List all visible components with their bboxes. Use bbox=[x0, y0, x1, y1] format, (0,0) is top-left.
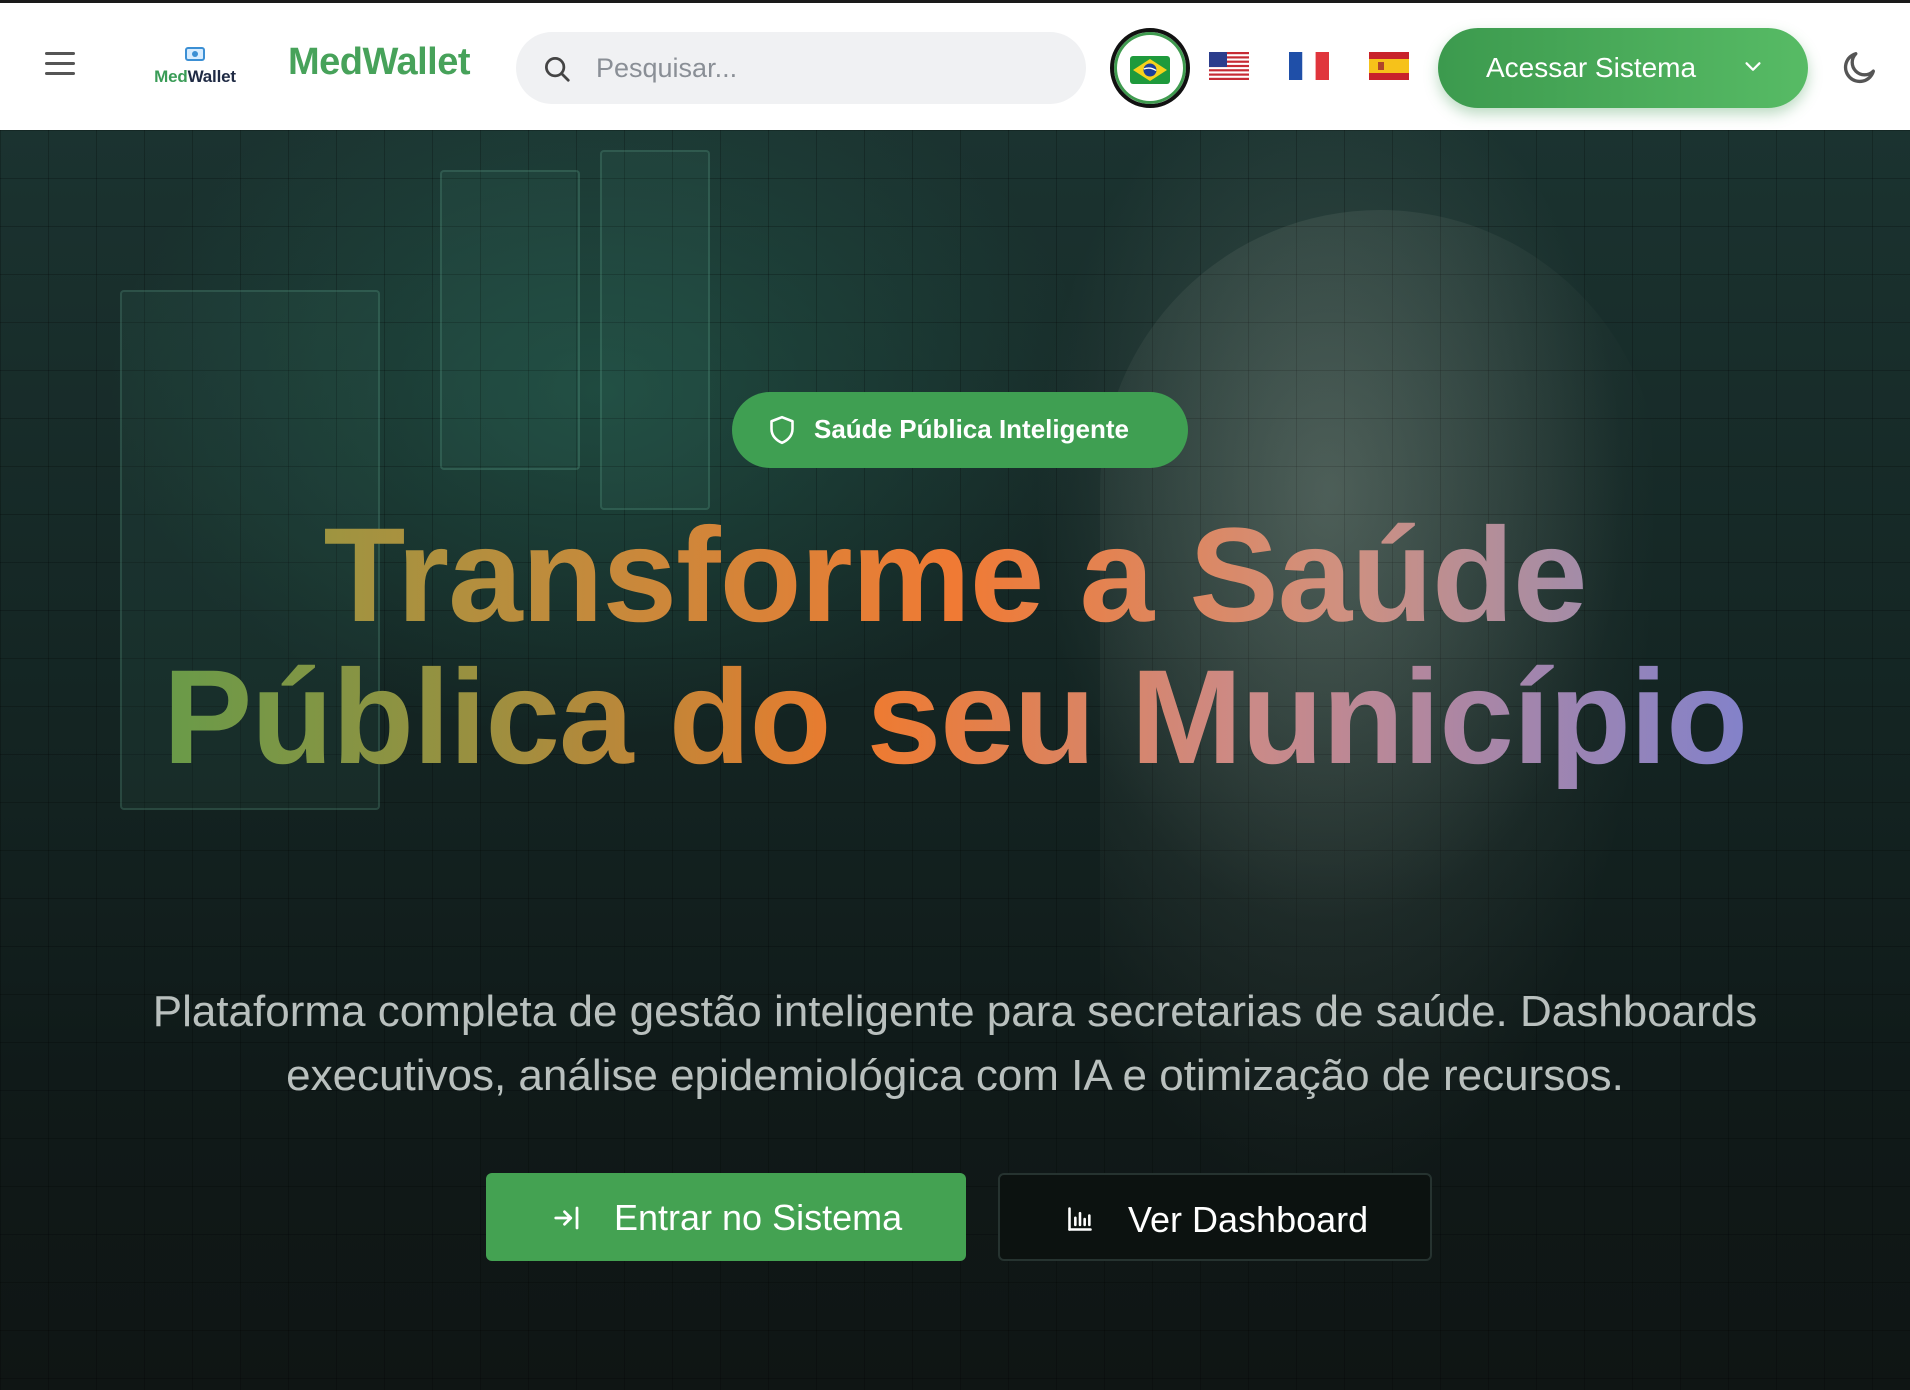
hero-subtitle: Plataforma completa de gestão inteligent… bbox=[152, 987, 1758, 1100]
language-flag-brazil[interactable] bbox=[1110, 28, 1190, 108]
language-flag-france[interactable] bbox=[1286, 41, 1332, 87]
language-flag-spain[interactable] bbox=[1366, 41, 1412, 87]
menu-bar bbox=[45, 72, 75, 75]
top-navbar: MedWallet MedWallet Acessar Sistema bbox=[0, 0, 1910, 130]
hero-section: Saúde Pública Inteligente Transforme a S… bbox=[0, 130, 1910, 1390]
search-icon bbox=[545, 57, 570, 82]
hero-headline: Transforme a Saúde Pública do seu Municí… bbox=[0, 505, 1910, 789]
login-icon bbox=[554, 1206, 579, 1230]
view-dashboard-label: Ver Dashboard bbox=[1128, 1199, 1369, 1240]
background-monitor bbox=[600, 150, 710, 510]
view-dashboard-button[interactable]: Ver Dashboard bbox=[998, 1173, 1432, 1261]
menu-bar bbox=[45, 62, 75, 65]
moon-icon[interactable] bbox=[1840, 47, 1880, 87]
headline-line-1: Transforme a Saúde bbox=[0, 505, 1910, 647]
usa-flag-icon bbox=[1209, 52, 1249, 81]
menu-bar bbox=[45, 52, 75, 55]
search-bar[interactable] bbox=[516, 32, 1086, 104]
headline-line-2: Pública do seu Município bbox=[0, 647, 1910, 789]
shield-icon bbox=[770, 415, 794, 445]
chevron-down-icon bbox=[1745, 62, 1761, 71]
background-monitor bbox=[440, 170, 580, 470]
brazil-flag-icon bbox=[1130, 56, 1170, 85]
access-system-dropdown-button[interactable]: Acessar Sistema bbox=[1438, 28, 1808, 108]
search-input[interactable] bbox=[596, 32, 1066, 104]
spain-flag-icon bbox=[1369, 52, 1409, 81]
enter-system-label: Entrar no Sistema bbox=[614, 1197, 903, 1238]
enter-system-button[interactable]: Entrar no Sistema bbox=[486, 1173, 966, 1261]
logo-text: MedWallet bbox=[154, 67, 236, 86]
france-flag-icon bbox=[1289, 52, 1329, 81]
hamburger-menu-button[interactable] bbox=[36, 45, 84, 89]
access-system-label: Acessar Sistema bbox=[1486, 52, 1697, 83]
hero-badge: Saúde Pública Inteligente bbox=[732, 392, 1188, 468]
bar-chart-icon bbox=[1068, 1207, 1092, 1231]
medwallet-logo[interactable]: MedWallet bbox=[140, 47, 250, 95]
brand-name[interactable]: MedWallet bbox=[288, 41, 471, 84]
language-flag-usa[interactable] bbox=[1206, 41, 1252, 87]
hero-badge-label: Saúde Pública Inteligente bbox=[814, 414, 1129, 444]
wallet-icon bbox=[185, 47, 205, 61]
